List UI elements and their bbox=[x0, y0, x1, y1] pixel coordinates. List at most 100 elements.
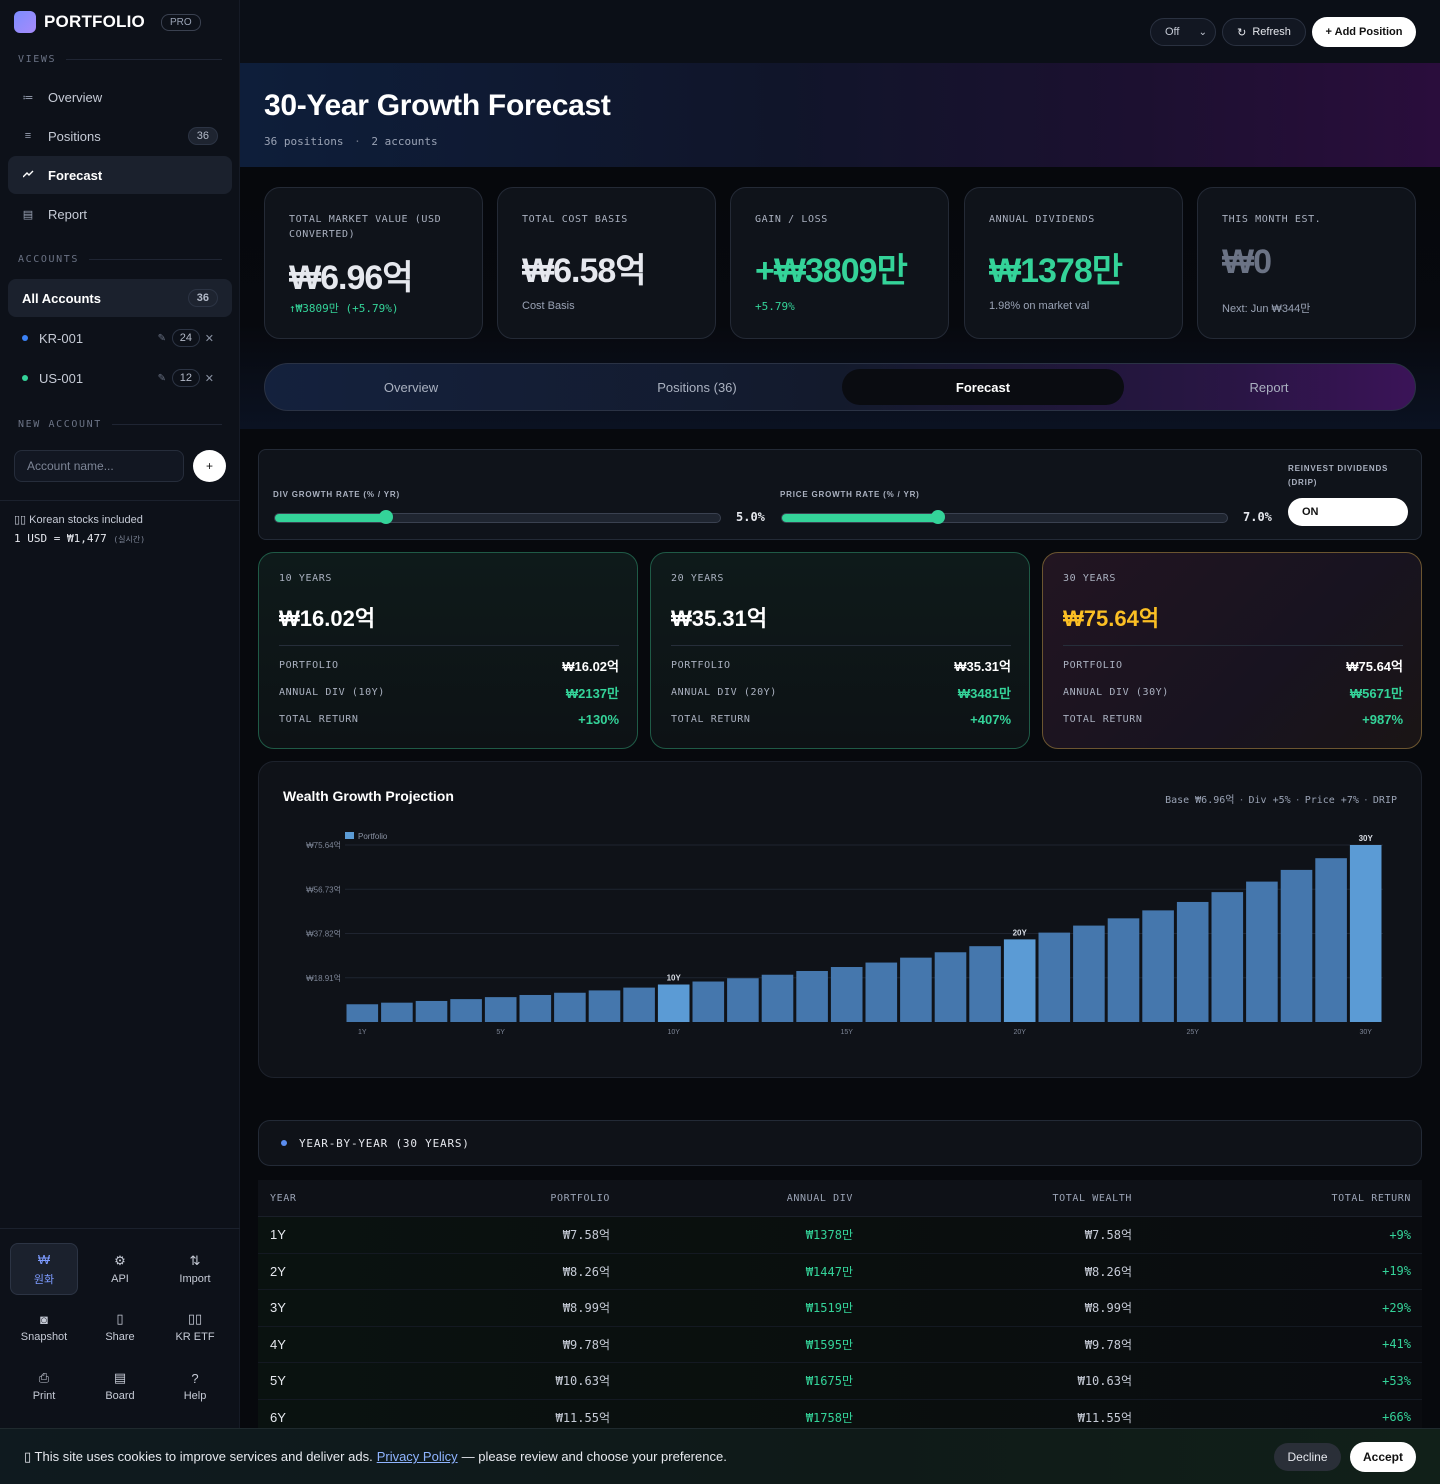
slider-fill bbox=[782, 514, 938, 522]
chart-bar bbox=[934, 952, 967, 1022]
close-icon[interactable]: ✕ bbox=[205, 372, 214, 385]
tab-overview[interactable]: Overview bbox=[270, 369, 552, 405]
refresh-button[interactable]: ↻ Refresh bbox=[1222, 18, 1306, 46]
chart-meta-div: Div +5% bbox=[1248, 795, 1291, 806]
tool-board[interactable]: ▤ Board bbox=[86, 1360, 154, 1412]
drip-toggle[interactable]: ON bbox=[1288, 498, 1408, 526]
account-color-dot bbox=[22, 335, 28, 341]
horizon-value: ₩75.64억 bbox=[1063, 606, 1160, 631]
tool-help[interactable]: ? Help bbox=[161, 1360, 229, 1412]
document-icon: ▤ bbox=[22, 208, 34, 221]
tool-kr-etf[interactable]: ▯▯ KR ETF bbox=[161, 1301, 229, 1353]
bar-annotation: 10Y bbox=[667, 974, 682, 983]
chart-bar bbox=[381, 1002, 413, 1022]
chart-bar bbox=[727, 978, 759, 1022]
cell-total-wealth: ₩11.55억 bbox=[1077, 1410, 1132, 1425]
tool-currency[interactable]: ₩ 원화 bbox=[10, 1243, 78, 1295]
section-dot-icon bbox=[281, 1140, 287, 1146]
sidebar-item-report[interactable]: ▤ Report bbox=[8, 195, 232, 233]
accounts-section-label: ACCOUNTS bbox=[18, 254, 222, 265]
kpi-label: THIS MONTH EST. bbox=[1222, 214, 1322, 225]
accept-button[interactable]: Accept bbox=[1350, 1442, 1416, 1472]
cell-total-wealth: ₩7.58억 bbox=[1084, 1228, 1132, 1243]
table-row: 2Y ₩8.26억 ₩1447만 ₩8.26억 +19% bbox=[258, 1253, 1422, 1290]
import-icon: ⇅ bbox=[189, 1253, 201, 1268]
horizon-value: ₩35.31억 bbox=[671, 606, 768, 631]
mode-select-value: Off bbox=[1165, 26, 1180, 38]
add-position-button[interactable]: + Add Position bbox=[1312, 17, 1416, 47]
tool-api[interactable]: ⚙ API bbox=[86, 1243, 154, 1295]
horizon-card-20y: 20 YEARS ₩35.31억 PORTFOLIO ₩35.31억 ANNUAL… bbox=[650, 552, 1030, 749]
row-value: +130% bbox=[578, 711, 619, 727]
tab-forecast[interactable]: Forecast bbox=[842, 369, 1124, 405]
gear-icon: ⚙ bbox=[114, 1253, 126, 1268]
horizon-div-row: ANNUAL DIV (20Y) ₩3481만 bbox=[671, 684, 1011, 701]
chart-bar bbox=[1142, 910, 1174, 1022]
slider-handle[interactable] bbox=[930, 510, 945, 524]
won-icon: ₩ bbox=[37, 1251, 51, 1267]
horizon-div-row: ANNUAL DIV (30Y) ₩5671만 bbox=[1063, 684, 1403, 701]
divider bbox=[279, 645, 619, 646]
decline-button[interactable]: Decline bbox=[1274, 1443, 1341, 1471]
tab-report[interactable]: Report bbox=[1128, 369, 1410, 405]
sidebar-item-overview[interactable]: ≔ Overview bbox=[8, 78, 232, 116]
tool-print[interactable]: ⎙ Print bbox=[10, 1360, 78, 1412]
tool-label: Print bbox=[32, 1390, 56, 1402]
row-value: ₩5671만 bbox=[1349, 685, 1403, 701]
chart-bar bbox=[657, 984, 690, 1022]
kpi-foot: +5.79% bbox=[755, 300, 795, 313]
year-by-year-header[interactable]: YEAR-BY-YEAR (30 YEARS) bbox=[258, 1120, 1422, 1166]
account-item-kr-001[interactable]: KR-001 ✎ 24 ✕ bbox=[22, 328, 218, 348]
help-icon: ? bbox=[191, 1370, 199, 1386]
horizon-card-10y: 10 YEARS ₩16.02억 PORTFOLIO ₩16.02억 ANNUAL… bbox=[258, 552, 638, 749]
flag-icon: ▯▯ bbox=[187, 1311, 203, 1326]
all-accounts-count: 36 bbox=[187, 289, 218, 307]
row-key: ANNUAL DIV (30Y) bbox=[1063, 686, 1169, 698]
account-item-us-001[interactable]: US-001 ✎ 12 ✕ bbox=[22, 368, 218, 388]
div-growth-slider[interactable] bbox=[274, 510, 721, 524]
sidebar-item-label: Report bbox=[48, 206, 88, 222]
cell-total-wealth: ₩8.26억 bbox=[1084, 1264, 1132, 1279]
chart-bar bbox=[484, 997, 517, 1022]
kpi-label: GAIN / LOSS bbox=[755, 214, 828, 225]
row-value: ₩35.31억 bbox=[954, 658, 1011, 674]
add-account-button[interactable]: + bbox=[193, 450, 226, 482]
price-growth-slider[interactable] bbox=[781, 510, 1228, 524]
kpi-value: ₩0 bbox=[1222, 243, 1272, 281]
chart-bar bbox=[761, 974, 794, 1022]
topbar: Off ⌄ ↻ Refresh + Add Position bbox=[240, 0, 1440, 63]
cell-portfolio: ₩10.63억 bbox=[555, 1374, 610, 1389]
chart-bar bbox=[865, 962, 898, 1022]
kpi-value: ₩6.96억 bbox=[289, 259, 414, 297]
tab-positions[interactable]: Positions (36) bbox=[556, 369, 838, 405]
edit-icon[interactable]: ✎ bbox=[158, 373, 166, 384]
account-name-input[interactable] bbox=[14, 450, 184, 482]
brand[interactable]: PORTFOLIO PRO bbox=[14, 10, 201, 34]
close-icon[interactable]: ✕ bbox=[205, 332, 214, 345]
exchange-rate: 1 USD = ₩1,477 (실시간) bbox=[14, 532, 145, 545]
edit-icon[interactable]: ✎ bbox=[158, 333, 166, 344]
chart-bar bbox=[1211, 892, 1244, 1022]
privacy-policy-link[interactable]: Privacy Policy bbox=[377, 1449, 458, 1464]
x-tick-label: 25Y bbox=[1186, 1029, 1199, 1036]
cell-total-return: +41% bbox=[1382, 1337, 1411, 1352]
tool-share[interactable]: ▯ Share bbox=[86, 1301, 154, 1353]
kpi-annual-dividends: ANNUAL DIVIDENDS ₩1378만 1.98% on market … bbox=[964, 187, 1183, 339]
refresh-icon: ↻ bbox=[1237, 26, 1247, 39]
table-row: 1Y ₩7.58억 ₩1378만 ₩7.58억 +9% bbox=[258, 1217, 1422, 1254]
sidebar-item-positions[interactable]: ≡ Positions 36 bbox=[8, 117, 232, 155]
kpi-month-estimate: THIS MONTH EST. ₩0 Next: Jun ₩344만 bbox=[1197, 187, 1416, 339]
row-key: TOTAL RETURN bbox=[671, 713, 751, 725]
row-value: ₩2137만 bbox=[565, 685, 619, 701]
price-growth-value: 7.0% bbox=[1243, 510, 1272, 524]
separator-dot: · bbox=[1294, 795, 1301, 806]
all-accounts-item[interactable]: All Accounts 36 bbox=[8, 279, 232, 317]
sidebar-item-forecast[interactable]: Forecast bbox=[8, 156, 232, 194]
tool-import[interactable]: ⇅ Import bbox=[161, 1243, 229, 1295]
tool-label: Share bbox=[105, 1331, 135, 1343]
y-tick-label: ₩18.91억 bbox=[306, 973, 341, 983]
tool-label: Import bbox=[179, 1273, 211, 1285]
mode-select[interactable]: Off ⌄ bbox=[1150, 18, 1216, 46]
slider-handle[interactable] bbox=[379, 510, 394, 524]
tool-snapshot[interactable]: ◙ Snapshot bbox=[10, 1301, 78, 1353]
